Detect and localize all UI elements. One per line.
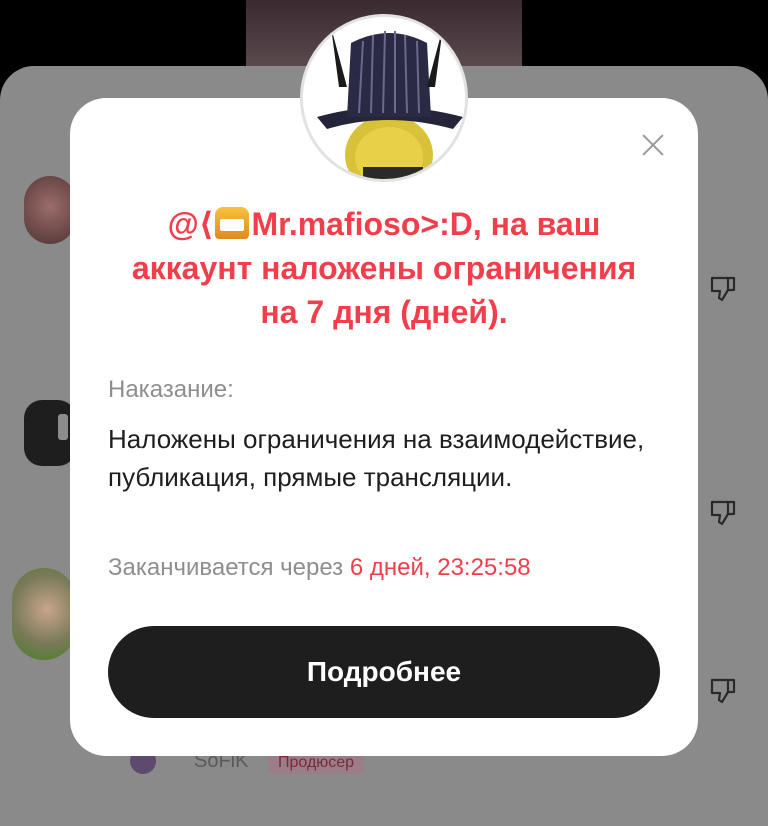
mafia-hat-avatar-image [303, 17, 465, 179]
expiry-prefix: Заканчивается через [108, 554, 344, 581]
restriction-title: @⟨ Mr.mafioso>:D, на ваш аккаунт наложены… [110, 202, 658, 334]
user-avatar [300, 14, 468, 182]
comment-avatar [12, 568, 76, 660]
slot-machine-emoji [215, 207, 250, 239]
expiry-time: 23:25:58 [437, 554, 531, 581]
expiry-days: 6 дней, [349, 554, 431, 581]
punishment-description: Наложены ограничения на взаимодействие, … [108, 424, 645, 492]
punishment-label: Наказание: [108, 376, 234, 403]
close-icon[interactable] [638, 130, 668, 160]
title-prefix: @⟨ [167, 206, 214, 242]
dislike-icon[interactable] [708, 676, 738, 706]
details-button[interactable]: Подробнее [108, 626, 660, 718]
dislike-icon[interactable] [708, 274, 738, 304]
dislike-icon[interactable] [708, 498, 738, 528]
comment-avatar [24, 400, 76, 466]
expiry-countdown: Заканчивается через 6 дней, 23:25:58 [108, 554, 531, 582]
comment-avatar [24, 176, 76, 244]
